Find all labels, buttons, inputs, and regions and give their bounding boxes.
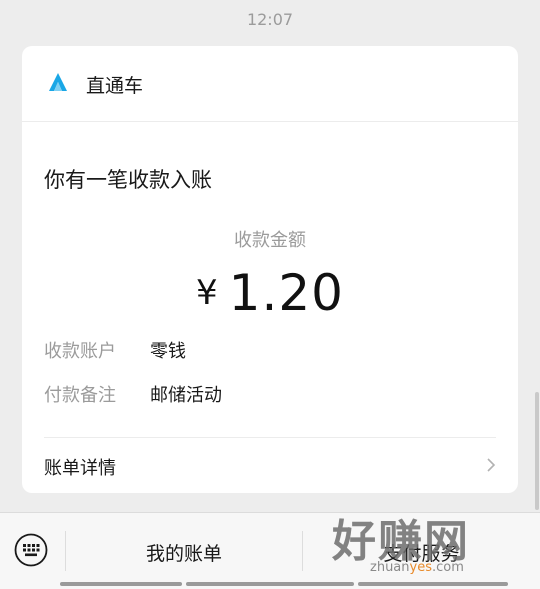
home-indicator (186, 582, 354, 586)
scrollbar-thumb[interactable] (535, 392, 539, 510)
my-bills-menu-button[interactable]: 我的账单 (66, 539, 302, 566)
payment-note-label: 付款备注 (44, 385, 116, 406)
bill-details-link[interactable]: 账单详情 (22, 438, 518, 493)
amount-number: 1.20 (228, 264, 344, 322)
app-logo-icon (49, 73, 67, 91)
watermark-url-prefix: zhuan (370, 560, 410, 575)
watermark-url-highlight: yes (409, 560, 432, 575)
watermark-url-suffix: .com (431, 560, 464, 575)
payment-note-value: 邮储活动 (150, 385, 222, 406)
payment-notification-card[interactable]: 直通车 你有一笔收款入账 收款金额 ¥1.20 收款账户 零钱 付款备注 邮储活动 … (22, 46, 518, 493)
app-name: 直通车 (86, 75, 144, 97)
keyboard-icon[interactable] (14, 533, 48, 567)
chevron-right-icon (487, 458, 496, 472)
home-indicator (358, 582, 508, 586)
amount-label: 收款金额 (234, 230, 306, 251)
watermark: 好赚网 zhuanyes.com (330, 505, 535, 581)
home-indicator (60, 582, 182, 586)
receiving-account-row: 收款账户 零钱 (44, 337, 186, 363)
currency-symbol: ¥ (196, 273, 219, 313)
amount-value: ¥1.20 (22, 264, 518, 322)
watermark-url: zhuanyes.com (370, 560, 464, 575)
bill-details-label: 账单详情 (44, 458, 116, 479)
message-timestamp: 12:07 (246, 10, 294, 29)
card-header[interactable]: 直通车 (22, 46, 518, 122)
notification-title: 你有一笔收款入账 (44, 168, 212, 192)
receiving-account-value: 零钱 (150, 341, 186, 362)
payment-note-row: 付款备注 邮储活动 (44, 381, 222, 407)
receiving-account-label: 收款账户 (44, 341, 116, 362)
